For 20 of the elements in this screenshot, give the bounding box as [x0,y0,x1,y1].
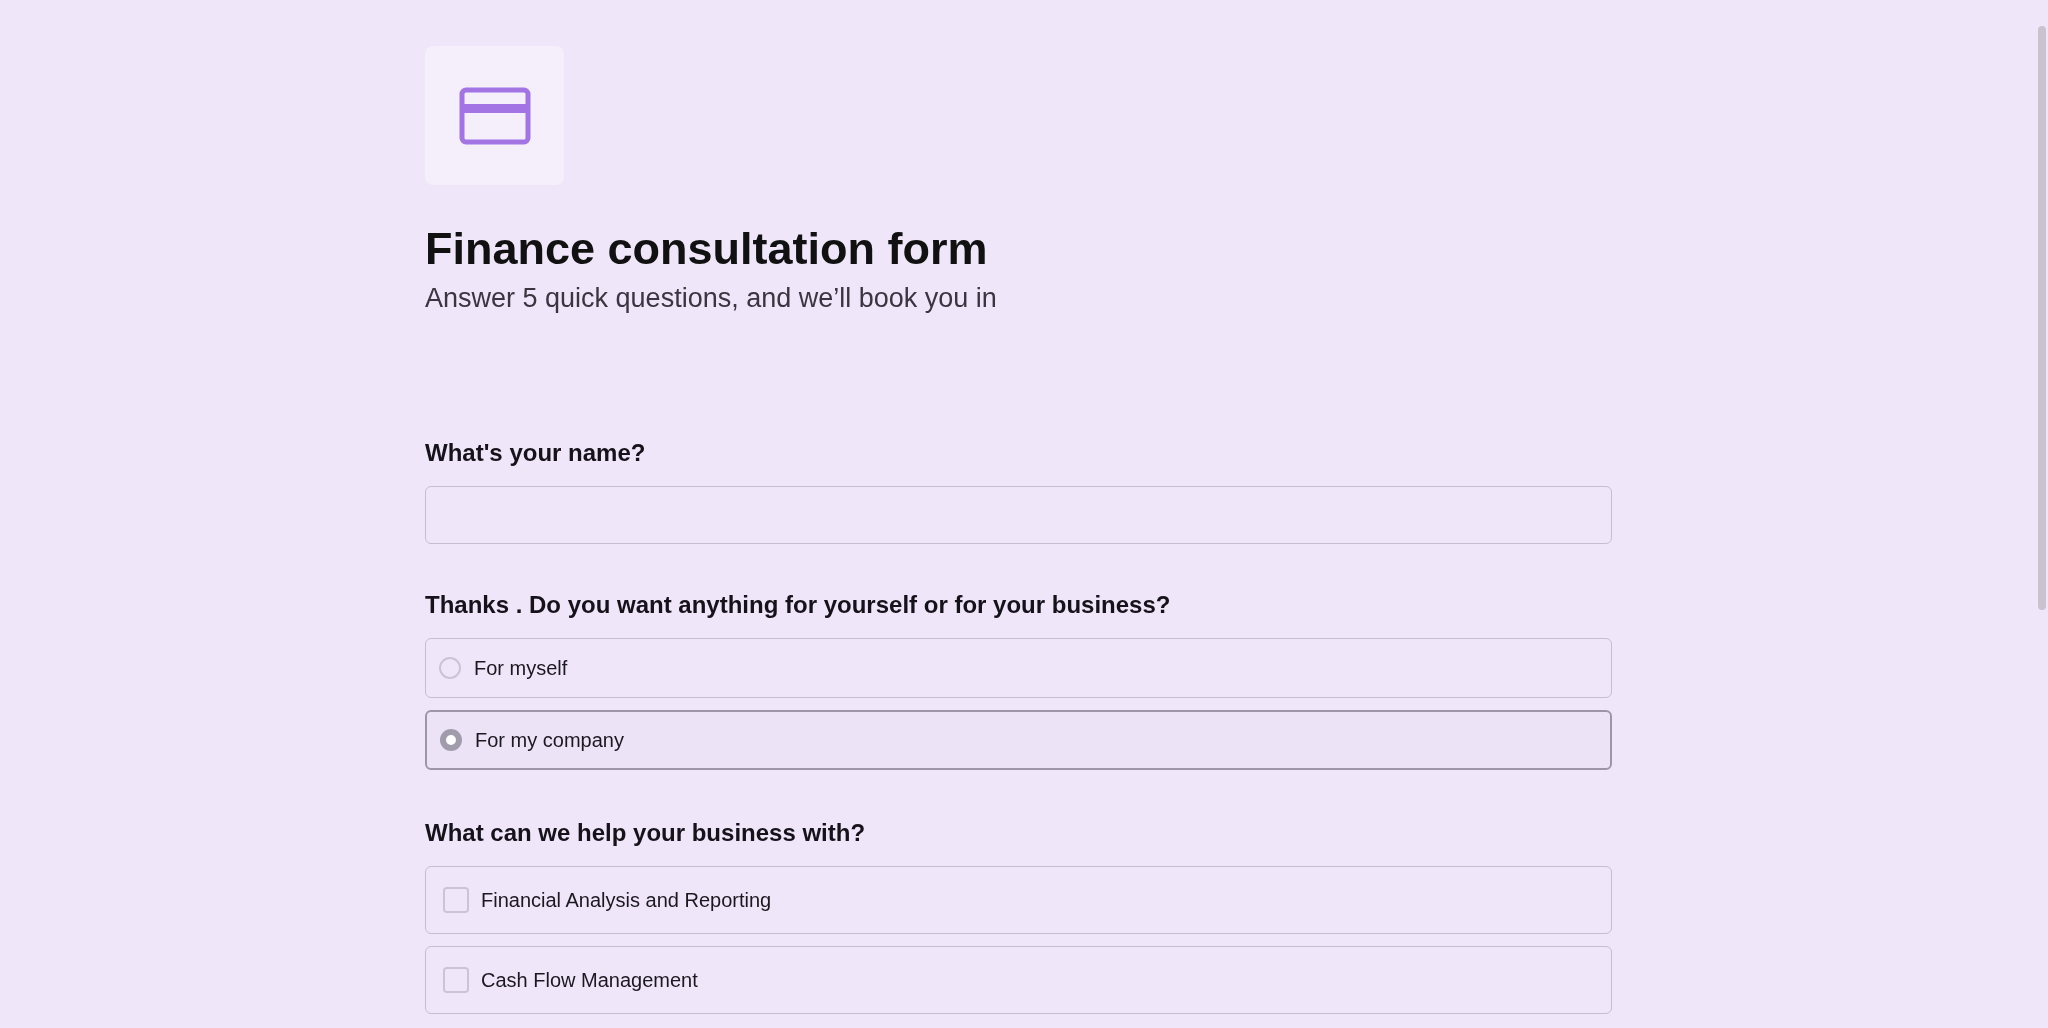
form-subtitle: Answer 5 quick questions, and we’ll book you in [425,282,998,315]
question-label: Thanks . Do you want anything for yourself or for your business? [425,590,1172,620]
checkbox-option[interactable]: Cash Flow Management [425,946,1612,1014]
option-label: For my company [475,728,624,753]
checkbox-option[interactable]: Financial Analysis and Reporting [425,866,1612,934]
radio-button[interactable] [440,729,462,751]
name-input-field[interactable] [425,486,1612,544]
scrollbar[interactable] [2038,26,2046,610]
question-label: What can we help your business with? [425,818,867,848]
credit-card-icon [458,86,531,145]
form-title: Finance consultation form [425,222,989,276]
option-label: Financial Analysis and Reporting [481,888,772,913]
radio-button[interactable] [439,657,461,679]
radio-option[interactable]: For my company [425,710,1612,770]
radio-option[interactable]: For myself [425,638,1612,698]
checkbox[interactable] [443,967,469,993]
option-label: For myself [474,656,568,681]
checkbox[interactable] [443,887,469,913]
option-label: Cash Flow Management [481,968,698,993]
question-label: What's your name? [425,438,647,468]
